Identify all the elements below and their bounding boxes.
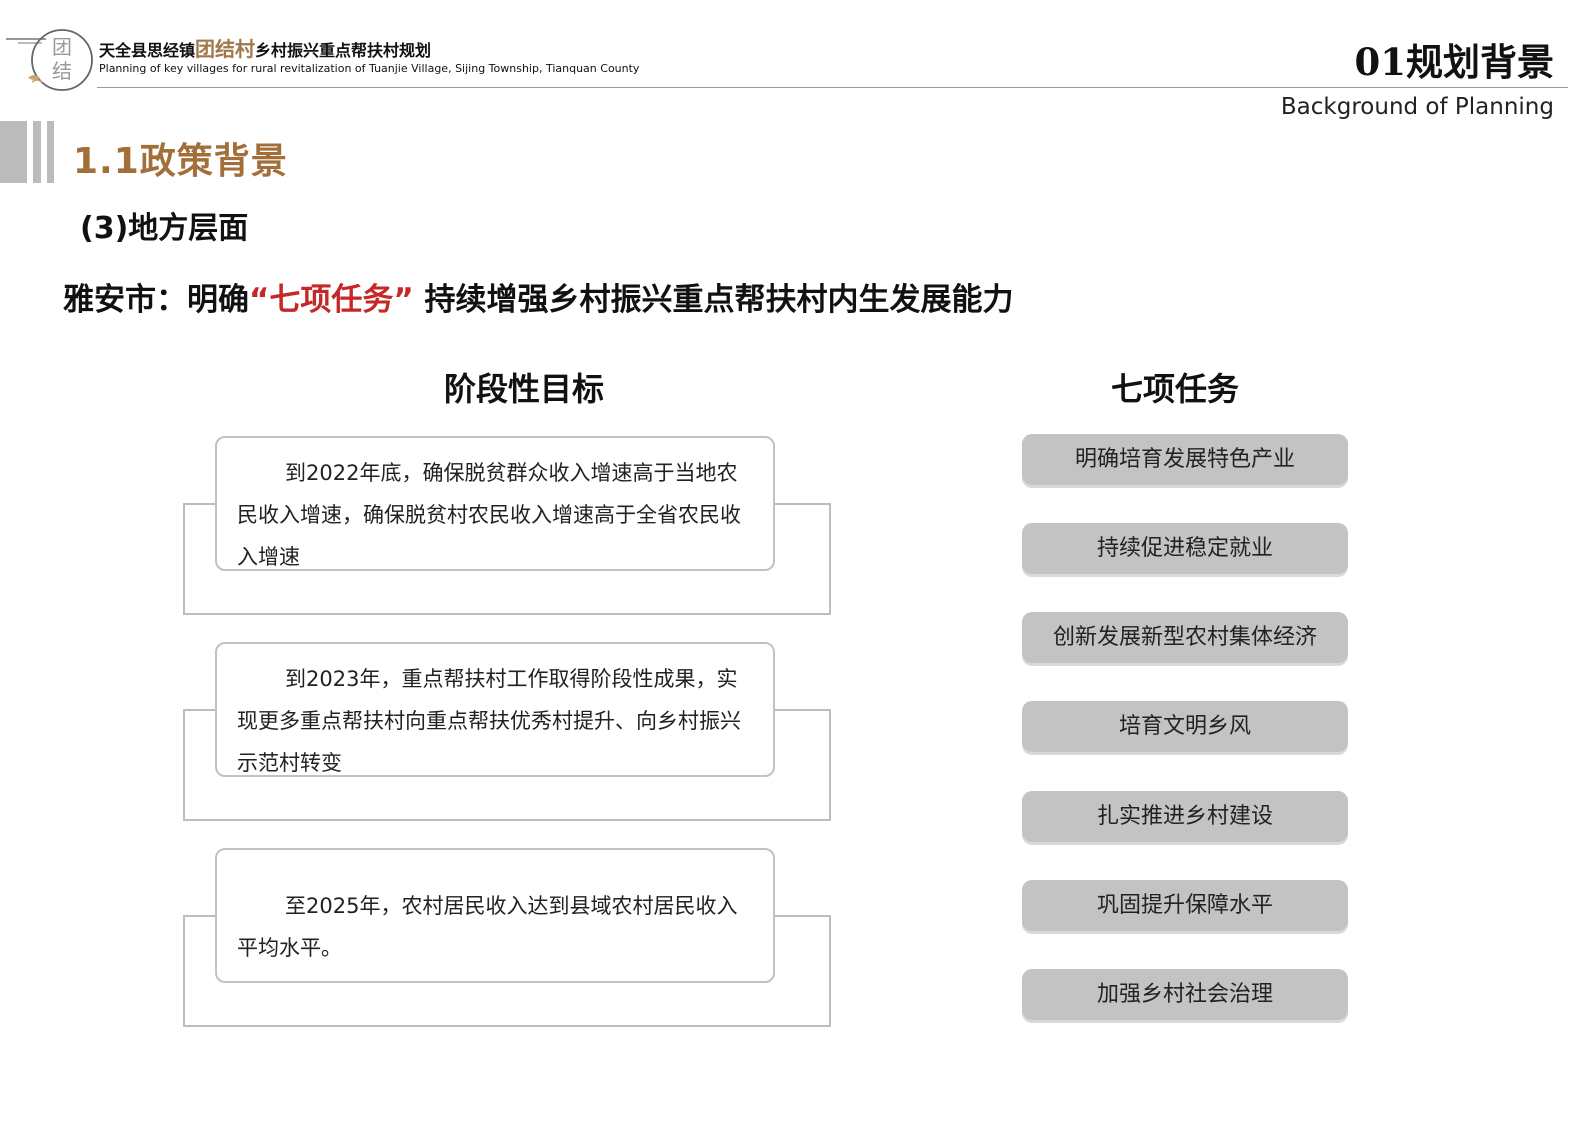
header-title-brand: 团结村 bbox=[195, 37, 256, 61]
task-item: 创新发展新型农村集体经济 bbox=[1022, 612, 1348, 663]
task-item: 扎实推进乡村建设 bbox=[1022, 791, 1348, 842]
goal-card: 至2025年，农村居民收入达到县域农村居民收入平均水平。 bbox=[215, 848, 775, 983]
tasks-title: 七项任务 bbox=[1111, 370, 1240, 408]
headline-suffix: 持续增强乡村振兴重点帮扶村内生发展能力 bbox=[413, 282, 1014, 318]
section-subtitle: (3)地方层面 bbox=[80, 211, 249, 246]
village-logo: 团 结 bbox=[6, 26, 96, 92]
headline-prefix: 雅安市：明确 bbox=[63, 282, 249, 318]
task-item: 培育文明乡风 bbox=[1022, 701, 1348, 752]
headline-highlight: “七项任务” bbox=[249, 282, 414, 318]
logo-seal-icon: 团 结 bbox=[6, 29, 93, 91]
header-title: 天全县思经镇团结村乡村振兴重点帮扶村规划 bbox=[99, 38, 639, 62]
goals-title: 阶段性目标 bbox=[444, 370, 605, 408]
svg-text:团: 团 bbox=[52, 35, 72, 59]
goal-card: 到2022年底，确保脱贫群众收入增速高于当地农民收入增速，确保脱贫村农民收入增速… bbox=[215, 436, 775, 571]
headline: 雅安市：明确“七项任务” 持续增强乡村振兴重点帮扶村内生发展能力 bbox=[63, 274, 1014, 319]
svg-text:结: 结 bbox=[52, 59, 72, 83]
title-decor-bar bbox=[33, 121, 41, 183]
header-title-suffix: 乡村振兴重点帮扶村规划 bbox=[255, 41, 432, 60]
task-item: 巩固提升保障水平 bbox=[1022, 880, 1348, 931]
task-item: 加强乡村社会治理 bbox=[1022, 969, 1348, 1020]
header-titles: 天全县思经镇团结村乡村振兴重点帮扶村规划 Planning of key vil… bbox=[99, 38, 639, 76]
header-divider bbox=[97, 87, 1568, 88]
task-item: 持续促进稳定就业 bbox=[1022, 523, 1348, 574]
goal-card: 到2023年，重点帮扶村工作取得阶段性成果，实现更多重点帮扶村向重点帮扶优秀村提… bbox=[215, 642, 775, 777]
header-title-prefix: 天全县思经镇 bbox=[99, 41, 196, 60]
title-decor-bar bbox=[47, 121, 54, 183]
chapter-title-en: Background of Planning bbox=[1280, 94, 1554, 120]
section-title: 1.1政策背景 bbox=[73, 141, 288, 182]
task-item: 明确培育发展特色产业 bbox=[1022, 434, 1348, 485]
header-subtitle-en: Planning of key villages for rural revit… bbox=[99, 62, 640, 75]
title-decor-bar bbox=[0, 121, 27, 183]
chapter-title: 01规划背景 bbox=[1354, 40, 1555, 84]
